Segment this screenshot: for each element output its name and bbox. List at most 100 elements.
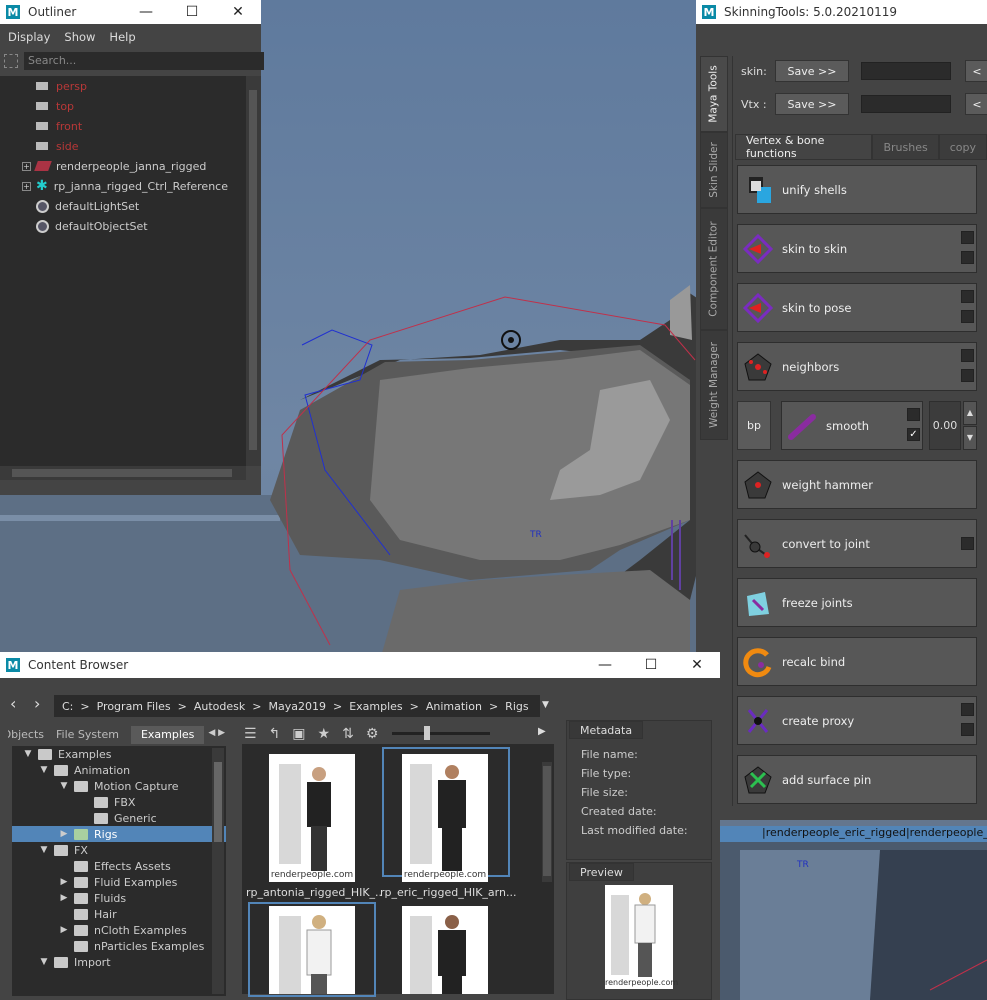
crumb-c[interactable]: C: xyxy=(62,700,73,713)
thumb-antonia[interactable]: renderpeople.com xyxy=(269,754,355,882)
neighbors-option-2[interactable] xyxy=(961,369,974,382)
tab-brushes[interactable]: Brushes xyxy=(872,134,939,160)
menu-display[interactable]: Display xyxy=(8,30,50,44)
tree-item-import[interactable]: ▼ Import xyxy=(12,954,226,970)
tree-scrollbar[interactable] xyxy=(212,748,224,994)
create-proxy-option-2[interactable] xyxy=(961,723,974,736)
tab-maya-tools[interactable]: Maya Tools xyxy=(700,56,728,132)
tree-item-examples[interactable]: ▼ Examples xyxy=(12,746,226,762)
expand-icon[interactable]: + xyxy=(22,181,31,191)
back-icon[interactable]: ‹ xyxy=(10,694,16,713)
tab-file-system[interactable]: File System xyxy=(44,726,131,744)
vtx-save-button[interactable]: Save >> xyxy=(775,93,849,115)
tree-item-animation[interactable]: ▼ Animation xyxy=(12,762,226,778)
breadcrumb-dropdown-icon[interactable]: ▼ xyxy=(542,700,549,710)
vtx-load-button[interactable]: < xyxy=(965,93,987,115)
tree-item-fbx[interactable]: FBX xyxy=(12,794,226,810)
outliner-item-persp[interactable]: persp xyxy=(0,76,246,96)
thumbnail-scrollbar[interactable] xyxy=(542,762,552,882)
tree-item-fluids[interactable]: ▶ Fluids xyxy=(12,890,226,906)
tab-component-editor[interactable]: Component Editor xyxy=(700,208,728,330)
skin-to-skin-option-1[interactable] xyxy=(961,231,974,244)
crumb-program-files[interactable]: Program Files xyxy=(97,700,171,713)
tab-skin-slider[interactable]: Skin Slider xyxy=(700,132,728,208)
tree-item-nparticles-examples[interactable]: nParticles Examples xyxy=(12,938,226,954)
skin-save-button[interactable]: Save >> xyxy=(775,60,849,82)
create-proxy-button[interactable]: create proxy xyxy=(737,696,977,745)
neighbors-option-1[interactable] xyxy=(961,349,974,362)
filter-icon[interactable] xyxy=(4,54,18,68)
outliner-hscrollbar[interactable] xyxy=(0,466,246,480)
tree-item-fluid-examples[interactable]: ▶ Fluid Examples xyxy=(12,874,226,890)
skin-to-skin-option-2[interactable] xyxy=(961,251,974,264)
settings-gear-icon[interactable]: ⚙ xyxy=(366,726,379,742)
tab-vertex-bone-functions[interactable]: Vertex & bone functions xyxy=(735,134,873,160)
outliner-search-input[interactable]: Search... xyxy=(24,52,265,70)
crumb-rigs[interactable]: Rigs xyxy=(505,700,528,713)
tree-item-motion-capture[interactable]: ▼ Motion Capture xyxy=(12,778,226,794)
tree-item-effects-assets[interactable]: Effects Assets xyxy=(12,858,226,874)
tab-examples[interactable]: Examples xyxy=(130,726,205,744)
sort-icon[interactable]: ⇅ xyxy=(342,726,354,742)
smooth-increment-icon[interactable]: ▲ xyxy=(963,401,977,425)
weight-hammer-button[interactable]: weight hammer xyxy=(737,460,977,509)
thumb-character-4[interactable] xyxy=(402,906,488,994)
menu-help[interactable]: Help xyxy=(109,30,135,44)
outliner-item-top[interactable]: top xyxy=(0,96,246,116)
maximize-icon[interactable]: ☐ xyxy=(169,4,215,20)
recalc-bind-button[interactable]: recalc bind xyxy=(737,637,977,686)
outliner-item-front[interactable]: front xyxy=(0,116,246,136)
up-folder-icon[interactable]: ↰ xyxy=(269,726,281,742)
smooth-value-field[interactable]: 0.00 xyxy=(929,401,961,450)
tree-item-fx[interactable]: ▼ FX xyxy=(12,842,226,858)
minimize-icon[interactable]: — xyxy=(123,4,169,20)
outliner-titlebar[interactable]: M Outliner — ☐ ✕ xyxy=(0,0,261,24)
close-icon[interactable]: ✕ xyxy=(674,657,720,673)
thumb-janna[interactable] xyxy=(269,906,355,994)
smooth-option-1[interactable] xyxy=(907,408,920,421)
tab-scroll-icon[interactable]: ◀ ▶ xyxy=(204,726,229,744)
skin-to-skin-button[interactable]: skin to skin xyxy=(737,224,977,273)
content-browser-titlebar[interactable]: M Content Browser — ☐ ✕ xyxy=(0,652,720,678)
outliner-item-default-light-set[interactable]: defaultLightSet xyxy=(0,196,246,216)
skinning-titlebar[interactable]: M SkinningTools: 5.0.20210119 xyxy=(696,0,987,24)
skin-load-button[interactable]: < xyxy=(965,60,987,82)
outliner-item-side[interactable]: side xyxy=(0,136,246,156)
smooth-option-2-checked[interactable]: ✓ xyxy=(907,428,920,441)
skin-to-pose-option-1[interactable] xyxy=(961,290,974,303)
outliner-item-default-object-set[interactable]: defaultObjectSet xyxy=(0,216,246,236)
freeze-joints-button[interactable]: freeze joints xyxy=(737,578,977,627)
unify-shells-button[interactable]: unify shells xyxy=(737,165,977,214)
menu-show[interactable]: Show xyxy=(64,30,95,44)
crumb-animation[interactable]: Animation xyxy=(426,700,482,713)
close-icon[interactable]: ✕ xyxy=(215,4,261,20)
tree-item-generic[interactable]: Generic xyxy=(12,810,226,826)
convert-to-joint-option[interactable] xyxy=(961,537,974,550)
favorite-star-icon[interactable]: ★ xyxy=(318,726,331,742)
smooth-button[interactable]: smooth ✓ xyxy=(781,401,923,450)
tab-weight-manager[interactable]: Weight Manager xyxy=(700,330,728,440)
list-view-icon[interactable]: ☰ xyxy=(244,726,257,742)
vtx-file-field[interactable] xyxy=(861,95,951,113)
thumbnail-size-slider[interactable] xyxy=(392,726,490,740)
bp-button[interactable]: bp xyxy=(737,401,771,450)
expand-icon[interactable]: + xyxy=(22,161,31,171)
crumb-examples[interactable]: Examples xyxy=(349,700,402,713)
add-surface-pin-button[interactable]: add surface pin xyxy=(737,755,977,804)
crumb-maya2019[interactable]: Maya2019 xyxy=(268,700,325,713)
skin-to-pose-option-2[interactable] xyxy=(961,310,974,323)
outliner-item-ctrl-reference[interactable]: + ✱ rp_janna_rigged_Ctrl_Reference xyxy=(0,176,246,196)
outliner-item-janna-rigged[interactable]: + renderpeople_janna_rigged xyxy=(0,156,246,176)
create-proxy-option-1[interactable] xyxy=(961,703,974,716)
tree-item-rigs[interactable]: ▶ Rigs xyxy=(12,826,226,842)
smooth-decrement-icon[interactable]: ▼ xyxy=(963,426,977,450)
tree-item-hair[interactable]: Hair xyxy=(12,906,226,922)
convert-to-joint-button[interactable]: convert to joint xyxy=(737,519,977,568)
tab-objects[interactable]: Objects xyxy=(8,726,44,744)
thumb-eric[interactable]: renderpeople.com xyxy=(402,754,488,882)
forward-icon[interactable]: › xyxy=(34,694,40,713)
skin-to-pose-button[interactable]: skin to pose xyxy=(737,283,977,332)
crumb-autodesk[interactable]: Autodesk xyxy=(194,700,245,713)
outliner-vscrollbar[interactable] xyxy=(246,76,261,466)
minimize-icon[interactable]: — xyxy=(582,657,628,673)
